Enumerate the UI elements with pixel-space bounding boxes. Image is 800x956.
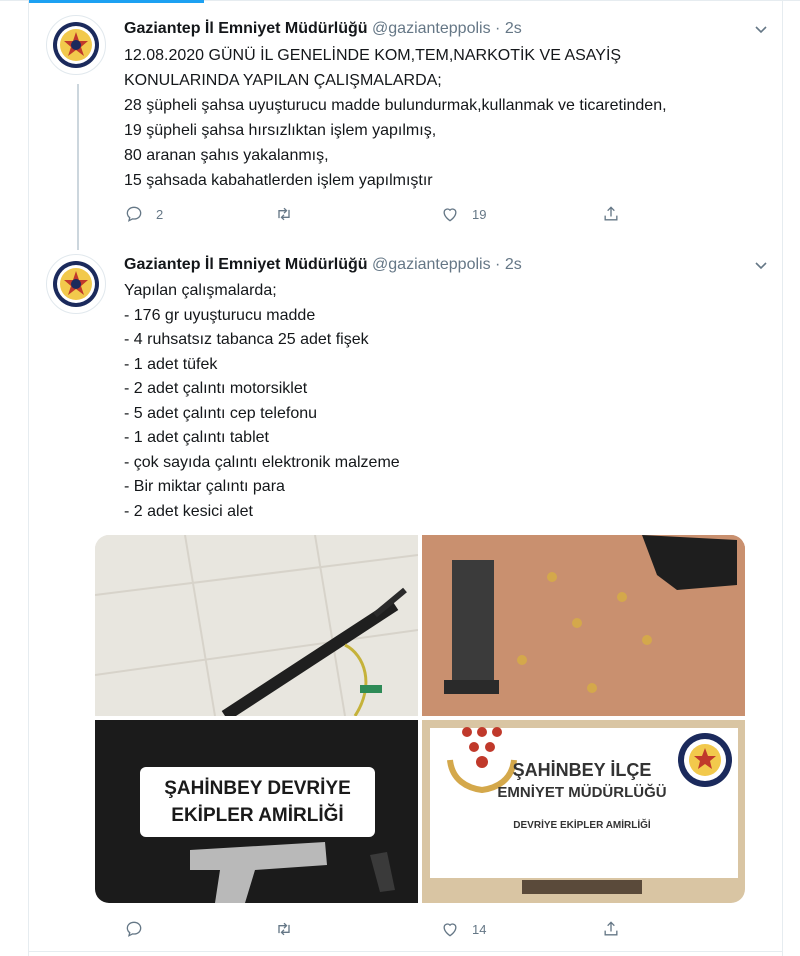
photo-ammunition[interactable] [422, 535, 745, 716]
timestamp[interactable]: 2s [505, 256, 522, 273]
station-sign-text: ŞAHİNBEY İLÇE EMNİYET MÜDÜRLÜĞÜ DEVRİYE … [482, 758, 682, 836]
reply-icon [126, 206, 142, 222]
photo-station-sign[interactable]: ŞAHİNBEY İLÇE EMNİYET MÜDÜRLÜĞÜ DEVRİYE … [422, 720, 745, 903]
police-badge-icon [53, 22, 99, 68]
tweet-line: - 1 adet tüfek [124, 355, 218, 373]
reply-button[interactable]: 2 [124, 203, 163, 225]
chevron-down-icon[interactable] [753, 21, 769, 37]
author-name[interactable]: Gaziantep İl Emniyet Müdürlüğü [124, 256, 368, 273]
retweet-button[interactable] [274, 203, 306, 225]
tweet-line: 19 şüpheli şahsa hırsızlıktan işlem yapı… [124, 122, 437, 139]
separator-dot: · [495, 20, 501, 37]
photo-pistol[interactable]: ŞAHİNBEY DEVRİYE EKİPLER AMİRLİĞİ [95, 720, 418, 903]
like-count: 19 [472, 206, 487, 222]
tweet-header: Gaziantep İl Emniyet Müdürlüğü @gaziante… [124, 254, 522, 276]
sign-line: ŞAHİNBEY İLÇE [512, 760, 652, 780]
tweet-line: KONULARINDA YAPILAN ÇALIŞMALARDA; [124, 72, 442, 89]
chevron-down-icon[interactable] [753, 257, 769, 273]
tweet-line: - 5 adet çalıntı cep telefonu [124, 404, 318, 422]
retweet-button[interactable] [274, 918, 306, 940]
retweet-icon [278, 207, 290, 221]
reply-count: 2 [156, 206, 164, 222]
like-count: 14 [472, 921, 487, 937]
tweet-text: Yapılan çalışmalarda; - 176 gr uyuşturuc… [124, 279, 774, 524]
share-button[interactable] [601, 918, 621, 940]
media-grid[interactable]: ŞAHİNBEY DEVRİYE EKİPLER AMİRLİĞİ ŞAHİNB… [95, 535, 745, 903]
tweet-line: 12.08.2020 GÜNÜ İL GENELİNDE KOM,TEM,NAR… [124, 47, 622, 64]
rifle-photo-graphic [95, 535, 418, 716]
sign-line: DEVRİYE EKİPLER AMİRLİĞİ [513, 820, 651, 831]
retweet-icon [278, 922, 290, 936]
share-button[interactable] [601, 203, 621, 225]
tweet-header: Gaziantep İl Emniyet Müdürlüğü @gaziante… [124, 18, 522, 40]
timestamp[interactable]: 2s [505, 20, 522, 37]
tweet-actions: 2 19 [124, 203, 644, 225]
share-icon [604, 206, 618, 221]
tweet-line: - 176 gr uyuşturucu madde [124, 306, 316, 324]
tweet-1[interactable]: Gaziantep İl Emniyet Müdürlüğü @gaziante… [28, 0, 782, 250]
like-button[interactable]: 19 [440, 203, 486, 225]
tweet-line: - 2 adet çalıntı motorsiklet [124, 380, 308, 397]
reply-icon [126, 921, 142, 937]
share-icon [604, 921, 618, 936]
heart-icon [443, 923, 457, 937]
separator-dot: · [495, 256, 501, 273]
timeline-right-border [782, 0, 783, 956]
tweet-line: - 4 ruhsatsız tabanca 25 adet fişek [124, 331, 369, 348]
author-handle[interactable]: @gazianteppolis [372, 20, 491, 37]
reply-button[interactable] [124, 918, 156, 940]
author-name[interactable]: Gaziantep İl Emniyet Müdürlüğü [124, 20, 368, 37]
tweet-line: - 1 adet çalıntı tablet [124, 429, 269, 446]
tweet-line: - Bir miktar çalıntı para [124, 478, 285, 495]
timeline-bottom-border [28, 951, 783, 952]
photo-rifle[interactable] [95, 535, 418, 716]
tweet-line: - çok sayıda çalıntı elektronik malzeme [124, 453, 400, 471]
tweet-line: 28 şüpheli şahsa uyuşturucu madde bulund… [124, 97, 667, 114]
tweet-line: - 2 adet kesici alet [124, 502, 253, 520]
author-handle[interactable]: @gazianteppolis [372, 256, 491, 273]
heart-icon [443, 208, 457, 222]
avatar[interactable] [46, 15, 106, 75]
tweet-text: 12.08.2020 GÜNÜ İL GENELİNDE KOM,TEM,NAR… [124, 43, 774, 193]
tweet-line: 15 şahsada kabahatlerden işlem yapılmışt… [124, 172, 433, 189]
pistol-graphic [190, 842, 395, 903]
sign-line: EMNİYET MÜDÜRLÜĞÜ [497, 784, 667, 801]
like-button[interactable]: 14 [440, 918, 486, 940]
tweet-line: Yapılan çalışmalarda; [124, 282, 277, 299]
avatar[interactable] [46, 254, 106, 314]
tweet-line: 80 aranan şahıs yakalanmış, [124, 147, 329, 164]
police-badge-icon [53, 261, 99, 307]
tweet-actions: 14 [124, 918, 644, 940]
ammunition-photo-graphic [422, 535, 745, 716]
